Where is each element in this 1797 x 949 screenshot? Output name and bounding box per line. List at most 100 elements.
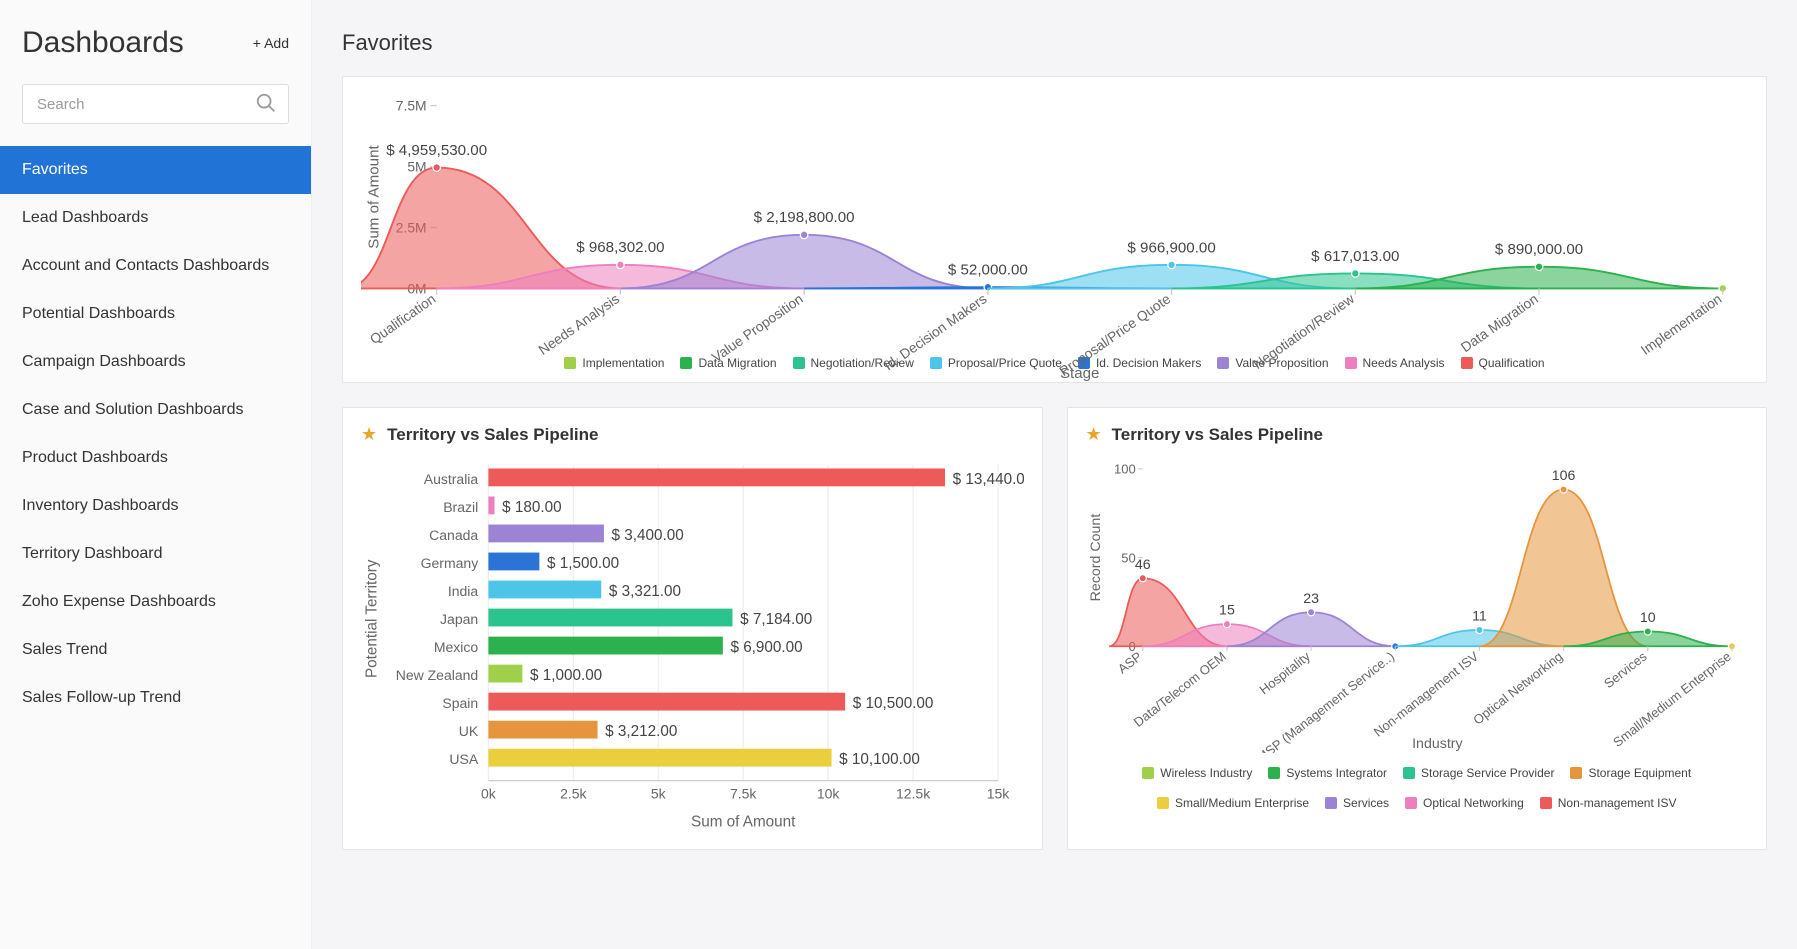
chart-territory-bar-header: ★ Territory vs Sales Pipeline (361, 424, 1024, 445)
chart-industry-area: ★ Territory vs Sales Pipeline Record Cou… (1067, 407, 1768, 850)
svg-text:Data Migration: Data Migration (1458, 290, 1541, 355)
chart-industry-area-legend: Wireless Industry Systems Integrator Stora… (1086, 766, 1749, 810)
chart-stage-amount: Sum of Amount0M2.5M5M7.5M$ 4,959,530.00Q… (342, 76, 1767, 383)
sidebar-item-product-dashboards[interactable]: Product Dashboards (0, 434, 311, 482)
sidebar-search (22, 84, 289, 124)
legend-item[interactable]: Wireless Industry (1142, 766, 1252, 780)
svg-text:Potential Territory: Potential Territory (363, 559, 380, 678)
svg-text:10: 10 (1639, 610, 1655, 626)
svg-text:15k: 15k (987, 785, 1011, 801)
svg-text:$ 617,013.00: $ 617,013.00 (1311, 248, 1399, 265)
add-dashboard-button[interactable]: + Add (253, 35, 289, 51)
svg-text:5k: 5k (651, 785, 667, 801)
svg-text:12.5k: 12.5k (896, 785, 931, 801)
chart-stage-amount-plot: Sum of Amount0M2.5M5M7.5M$ 4,959,530.00Q… (361, 93, 1748, 348)
svg-text:Spain: Spain (442, 695, 478, 711)
svg-text:$ 1,500.00: $ 1,500.00 (547, 555, 619, 572)
svg-text:$ 52,000.00: $ 52,000.00 (948, 262, 1028, 279)
svg-text:$ 10,100.00: $ 10,100.00 (839, 751, 920, 768)
svg-text:USA: USA (449, 751, 478, 767)
svg-text:Japan: Japan (440, 611, 478, 627)
svg-text:$ 10,500.00: $ 10,500.00 (853, 695, 934, 712)
svg-text:Id. Decision Makers: Id. Decision Makers (881, 290, 990, 373)
svg-text:$ 7,184.00: $ 7,184.00 (740, 611, 812, 628)
svg-text:Sum of Amount: Sum of Amount (366, 145, 383, 249)
legend-item[interactable]: Small/Medium Enterprise (1157, 796, 1309, 810)
chart-industry-area-header: ★ Territory vs Sales Pipeline (1086, 424, 1749, 445)
sidebar-item-sales-trend[interactable]: Sales Trend (0, 626, 311, 674)
chart-industry-area-title: Territory vs Sales Pipeline (1112, 425, 1323, 445)
sidebar-item-case-and-solution-dashboards[interactable]: Case and Solution Dashboards (0, 386, 311, 434)
svg-text:$ 4,959,530.00: $ 4,959,530.00 (386, 142, 487, 159)
svg-text:$ 6,900.00: $ 6,900.00 (730, 639, 802, 656)
svg-text:7.5k: 7.5k (730, 785, 757, 801)
svg-text:0k: 0k (481, 785, 497, 801)
legend-item[interactable]: Storage Equipment (1570, 766, 1691, 780)
legend-item[interactable]: Storage Service Provider (1403, 766, 1554, 780)
star-icon: ★ (1086, 424, 1102, 445)
legend-item[interactable]: Optical Networking (1405, 796, 1524, 810)
svg-text:Value Proposition: Value Proposition (709, 290, 806, 365)
svg-text:Hospitality: Hospitality (1256, 648, 1313, 697)
svg-text:Stage: Stage (1060, 365, 1100, 382)
svg-text:MSP (Management Service..): MSP (Management Service..) (1253, 649, 1396, 753)
svg-text:$ 3,212.00: $ 3,212.00 (605, 723, 677, 740)
svg-text:2.5k: 2.5k (560, 785, 587, 801)
chart-territory-bar: ★ Territory vs Sales Pipeline Potential … (342, 407, 1043, 850)
sidebar-item-territory-dashboard[interactable]: Territory Dashboard (0, 530, 311, 578)
svg-text:Qualification: Qualification (367, 290, 439, 347)
sidebar-nav: FavoritesLead DashboardsAccount and Cont… (0, 146, 311, 722)
svg-text:10k: 10k (817, 785, 841, 801)
svg-text:$ 968,302.00: $ 968,302.00 (576, 239, 664, 256)
svg-text:23: 23 (1303, 591, 1319, 607)
svg-text:11: 11 (1472, 609, 1487, 625)
svg-text:Services: Services (1601, 648, 1650, 691)
svg-text:New Zealand: New Zealand (396, 667, 479, 683)
sidebar-title: Dashboards (22, 26, 184, 60)
svg-text:Negotiation/Review: Negotiation/Review (1250, 290, 1358, 372)
sidebar-header: Dashboards + Add (0, 26, 311, 78)
svg-text:$ 3,321.00: $ 3,321.00 (609, 583, 681, 600)
legend-item[interactable]: Non-management ISV (1540, 796, 1677, 810)
svg-text:Sum of Amount: Sum of Amount (691, 813, 796, 830)
sidebar-item-inventory-dashboards[interactable]: Inventory Dashboards (0, 482, 311, 530)
svg-text:15: 15 (1219, 603, 1235, 619)
sidebar-item-campaign-dashboards[interactable]: Campaign Dashboards (0, 338, 311, 386)
sidebar-item-sales-follow-up-trend[interactable]: Sales Follow-up Trend (0, 674, 311, 722)
svg-text:46: 46 (1134, 557, 1150, 573)
star-icon: ★ (361, 424, 377, 445)
chart-territory-bar-title: Territory vs Sales Pipeline (387, 425, 598, 445)
legend-item[interactable]: Services (1325, 796, 1389, 810)
sidebar: Dashboards + Add FavoritesLead Dashboard… (0, 0, 312, 949)
chart-territory-bar-plot: Potential Territory 0k 2.5k 5k 7.5k 10k 12.5k 1… (361, 457, 1024, 837)
sidebar-item-account-and-contacts-dashboards[interactable]: Account and Contacts Dashboards (0, 242, 311, 290)
search-icon (255, 92, 277, 119)
sidebar-item-potential-dashboards[interactable]: Potential Dashboards (0, 290, 311, 338)
svg-text:Industry: Industry (1412, 736, 1463, 752)
svg-text:$ 890,000.00: $ 890,000.00 (1495, 241, 1583, 258)
sidebar-item-lead-dashboards[interactable]: Lead Dashboards (0, 194, 311, 242)
search-input[interactable] (22, 84, 289, 124)
legend-item[interactable]: Systems Integrator (1268, 766, 1387, 780)
svg-text:Record Count: Record Count (1088, 514, 1104, 602)
svg-text:Data/Telecom OEM: Data/Telecom OEM (1130, 649, 1228, 730)
svg-text:7.5M: 7.5M (396, 98, 427, 114)
svg-text:Mexico: Mexico (434, 639, 479, 655)
svg-text:UK: UK (459, 723, 479, 739)
svg-text:106: 106 (1551, 468, 1575, 484)
chart-industry-area-plot: Record Count05010046ASP15Data/Telecom OE… (1086, 457, 1749, 758)
svg-text:Needs Analysis: Needs Analysis (535, 290, 622, 357)
page-title: Favorites (342, 30, 1767, 56)
svg-text:$ 3,400.00: $ 3,400.00 (612, 527, 684, 544)
main-content: Favorites Sum of Amount0M2.5M5M7.5M$ 4,9… (312, 0, 1797, 949)
svg-text:Brazil: Brazil (443, 499, 478, 515)
sidebar-item-favorites[interactable]: Favorites (0, 146, 311, 194)
svg-text:ASP: ASP (1114, 649, 1144, 677)
svg-text:Canada: Canada (429, 527, 478, 543)
svg-text:India: India (448, 583, 479, 599)
svg-text:Australia: Australia (424, 471, 479, 487)
svg-text:Optical Networking: Optical Networking (1470, 649, 1565, 728)
svg-text:$ 1,000.00: $ 1,000.00 (530, 667, 602, 684)
svg-text:Germany: Germany (421, 555, 479, 571)
sidebar-item-zoho-expense-dashboards[interactable]: Zoho Expense Dashboards (0, 578, 311, 626)
